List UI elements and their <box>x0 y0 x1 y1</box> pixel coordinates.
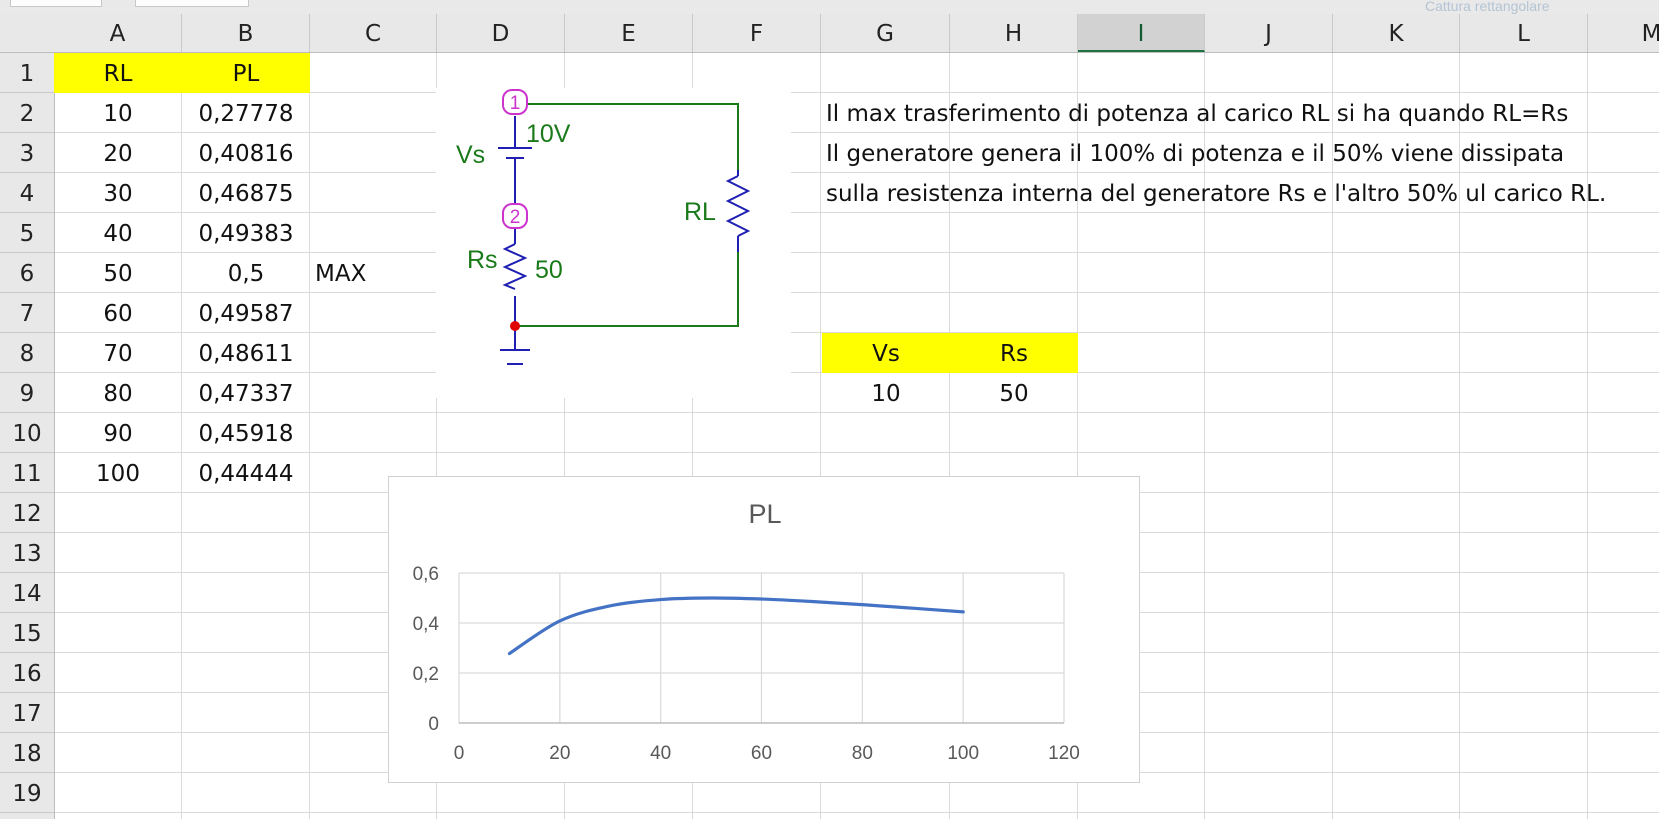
chart-pl[interactable]: PL 0 0,2 0,4 0,6 0 20 40 60 80 100 120 <box>388 476 1140 783</box>
junction-dot <box>510 321 520 331</box>
rs-resistor <box>502 243 528 290</box>
row-header-17[interactable]: 17 <box>0 693 54 733</box>
rl-resistor <box>725 175 751 237</box>
window-top-strip: Cattura rettangolare <box>0 0 1659 14</box>
y-tick-label: 0 <box>428 714 439 735</box>
column-header-B[interactable]: B <box>182 14 310 52</box>
x-tick-label: 40 <box>650 743 671 764</box>
cell-rl-value[interactable]: 10 <box>54 93 182 133</box>
header-vs[interactable]: Vs <box>822 333 950 373</box>
rl-label: RL <box>684 198 716 226</box>
x-tick-label: 100 <box>947 743 979 764</box>
y-tick-label: 0,6 <box>413 564 439 585</box>
row-header-14[interactable]: 14 <box>0 573 54 613</box>
sheet-tab-ghost <box>10 0 102 7</box>
row-header-2[interactable]: 2 <box>0 93 54 133</box>
column-header-I[interactable]: I <box>1078 14 1205 52</box>
x-tick-label: 80 <box>852 743 873 764</box>
note-line-1[interactable]: Il max trasferimento di potenza al caric… <box>826 93 1568 133</box>
column-header-D[interactable]: D <box>437 14 565 52</box>
series-line-pl <box>507 596 965 656</box>
header-rl[interactable]: RL <box>54 53 182 93</box>
rs-label: Rs <box>467 246 498 274</box>
row-header-4[interactable]: 4 <box>0 173 54 213</box>
cell-pl-value[interactable]: 0,48611 <box>182 333 310 373</box>
x-tick-label: 60 <box>751 743 772 764</box>
sheet-tab-ghost <box>135 0 249 7</box>
row-header-5[interactable]: 5 <box>0 213 54 253</box>
cell-pl-value[interactable]: 0,45918 <box>182 413 310 453</box>
ground-symbol <box>500 326 530 365</box>
node-2-label: 2 <box>510 207 521 228</box>
header-rs[interactable]: Rs <box>950 333 1078 373</box>
cell-pl-value[interactable]: 0,27778 <box>182 93 310 133</box>
row-header-13[interactable]: 13 <box>0 533 54 573</box>
vs-value-label: 10V <box>526 120 571 148</box>
column-header-E[interactable]: E <box>565 14 693 52</box>
note-line-2[interactable]: Il generatore genera il 100% di potenza … <box>826 133 1564 173</box>
row-header-11[interactable]: 11 <box>0 453 54 493</box>
note-line-3[interactable]: sulla resistenza interna del generatore … <box>826 173 1606 213</box>
row-header-18[interactable]: 18 <box>0 733 54 773</box>
row-header-bar: 1 2 3 4 5 6 7 8 9 10 11 12 13 14 15 16 17 18 19 <box>0 53 55 819</box>
node-1-label: 1 <box>510 93 521 114</box>
column-header-G[interactable]: G <box>821 14 950 52</box>
row-header-7[interactable]: 7 <box>0 293 54 333</box>
column-header-K[interactable]: K <box>1333 14 1460 52</box>
vs-label: Vs <box>456 141 485 169</box>
row-header-6[interactable]: 6 <box>0 253 54 293</box>
circuit-diagram[interactable]: 1 2 Vs 10V Rs 50 RL <box>436 88 791 398</box>
x-tick-label: 20 <box>549 743 570 764</box>
y-tick-label: 0,2 <box>413 664 439 685</box>
row-header-16[interactable]: 16 <box>0 653 54 693</box>
row-header-15[interactable]: 15 <box>0 613 54 653</box>
cell-rl-value[interactable]: 60 <box>54 293 182 333</box>
column-header-H[interactable]: H <box>950 14 1078 52</box>
cell-pl-value[interactable]: 0,46875 <box>182 173 310 213</box>
column-header-A[interactable]: A <box>54 14 182 52</box>
gridline-vertical <box>1587 53 1588 819</box>
cell-pl-value[interactable]: 0,47337 <box>182 373 310 413</box>
cell-rl-value[interactable]: 100 <box>54 453 182 493</box>
value-vs[interactable]: 10 <box>822 373 950 413</box>
y-tick-label: 0,4 <box>413 614 440 635</box>
row-header-19[interactable]: 19 <box>0 773 54 813</box>
cell-rl-value[interactable]: 40 <box>54 213 182 253</box>
snip-capture-button[interactable]: Cattura rettangolare <box>1425 0 1550 14</box>
row-header-10[interactable]: 10 <box>0 413 54 453</box>
x-tick-label: 0 <box>454 743 465 764</box>
row-header-3[interactable]: 3 <box>0 133 54 173</box>
cell-pl-value[interactable]: 0,49383 <box>182 213 310 253</box>
cell-rl-value[interactable]: 20 <box>54 133 182 173</box>
x-tick-label: 120 <box>1048 743 1080 764</box>
column-header-J[interactable]: J <box>1205 14 1333 52</box>
gridline-horizontal <box>54 812 1659 813</box>
cell-rl-value[interactable]: 70 <box>54 333 182 373</box>
cell-rl-value[interactable]: 80 <box>54 373 182 413</box>
cell-pl-value[interactable]: 0,44444 <box>182 453 310 493</box>
row-header-8[interactable]: 8 <box>0 333 54 373</box>
row-header-12[interactable]: 12 <box>0 493 54 533</box>
row-header-9[interactable]: 9 <box>0 373 54 413</box>
chart-title: PL <box>748 499 782 529</box>
rs-value-label: 50 <box>535 256 563 284</box>
max-label[interactable]: MAX <box>315 253 435 293</box>
column-header-M[interactable]: M <box>1588 14 1659 52</box>
row-header-1[interactable]: 1 <box>0 53 54 93</box>
cell-pl-value[interactable]: 0,49587 <box>182 293 310 333</box>
column-header-L[interactable]: L <box>1460 14 1588 52</box>
cell-rl-value[interactable]: 90 <box>54 413 182 453</box>
column-header-F[interactable]: F <box>693 14 821 52</box>
cell-rl-value[interactable]: 30 <box>54 173 182 213</box>
column-header-C[interactable]: C <box>310 14 437 52</box>
header-pl[interactable]: PL <box>182 53 310 93</box>
value-rs[interactable]: 50 <box>950 373 1078 413</box>
cell-pl-value[interactable]: 0,40816 <box>182 133 310 173</box>
column-header-bar: ABCDEFGHIJKLM <box>0 14 1659 53</box>
cell-pl-value[interactable]: 0,5 <box>182 253 310 293</box>
cell-rl-value[interactable]: 50 <box>54 253 182 293</box>
